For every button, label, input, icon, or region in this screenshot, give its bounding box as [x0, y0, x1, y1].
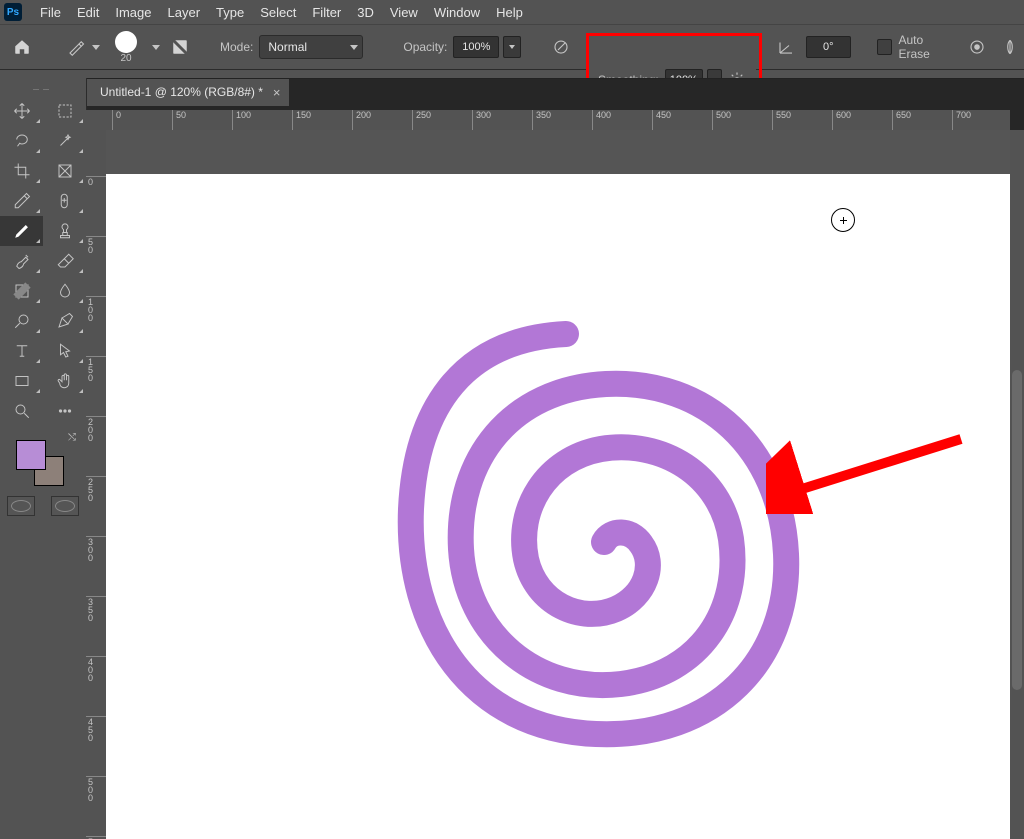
- spiral-stroke: [286, 274, 806, 794]
- frame-tool[interactable]: [43, 156, 86, 186]
- annotation-arrow-icon: [766, 424, 966, 514]
- foreground-color-swatch[interactable]: [16, 440, 46, 470]
- menu-help[interactable]: Help: [488, 2, 531, 23]
- gradient-tool[interactable]: [0, 276, 43, 306]
- pressure-opacity-icon[interactable]: [547, 33, 575, 61]
- document-tab[interactable]: Untitled-1 @ 120% (RGB/8#) * ×: [86, 79, 289, 106]
- opacity-value[interactable]: 100%: [453, 36, 499, 58]
- magic-wand-tool[interactable]: [43, 126, 86, 156]
- path-selection-tool[interactable]: [43, 336, 86, 366]
- auto-erase-checkbox[interactable]: [877, 39, 893, 55]
- options-bar: 20 Mode: Normal Opacity: 100% Smoothing:…: [0, 25, 1024, 70]
- pressure-size-icon[interactable]: [963, 33, 991, 61]
- menu-window[interactable]: Window: [426, 2, 488, 23]
- edit-toolbar[interactable]: [43, 396, 86, 426]
- brush-dot-icon: [115, 31, 137, 53]
- brush-cursor-icon: [831, 208, 855, 232]
- menu-layer[interactable]: Layer: [160, 2, 209, 23]
- dodge-tool[interactable]: [0, 306, 43, 336]
- screen-mode-icon[interactable]: [51, 496, 79, 516]
- angle-icon[interactable]: [772, 33, 800, 61]
- panel-grip-icon[interactable]: ┄┄: [0, 84, 86, 96]
- healing-brush-tool[interactable]: [43, 186, 86, 216]
- brush-panel-toggle-icon[interactable]: [166, 33, 194, 61]
- brush-preset-picker[interactable]: 20: [106, 29, 146, 65]
- pencil-tool[interactable]: [0, 216, 43, 246]
- move-tool[interactable]: [0, 96, 43, 126]
- vertical-ruler[interactable]: 050100150200250300350400450500550: [86, 130, 107, 839]
- symmetry-icon[interactable]: [996, 33, 1024, 61]
- chevron-down-icon: [350, 45, 358, 50]
- eyedropper-tool[interactable]: [0, 186, 43, 216]
- menu-bar: Ps File Edit Image Layer Type Select Fil…: [0, 0, 1024, 25]
- lasso-tool[interactable]: [0, 126, 43, 156]
- home-icon[interactable]: [8, 33, 36, 61]
- menu-type[interactable]: Type: [208, 2, 252, 23]
- blend-mode-select[interactable]: Normal: [259, 35, 363, 59]
- type-tool[interactable]: [0, 336, 43, 366]
- opacity-dropdown[interactable]: [503, 36, 521, 58]
- document-tab-bar: Untitled-1 @ 120% (RGB/8#) * ×: [86, 78, 1024, 111]
- color-swatches[interactable]: ⤭: [0, 432, 86, 492]
- canvas-pasteboard: [106, 130, 1010, 174]
- close-icon[interactable]: ×: [273, 85, 281, 100]
- opacity-label: Opacity:: [403, 40, 447, 54]
- document-viewport: 0501001502002503003504004505005506006507…: [86, 110, 1024, 839]
- menu-select[interactable]: Select: [252, 2, 304, 23]
- app-logo-icon: Ps: [4, 3, 22, 21]
- menu-edit[interactable]: Edit: [69, 2, 107, 23]
- document-canvas[interactable]: [106, 174, 1010, 839]
- menu-file[interactable]: File: [32, 2, 69, 23]
- crop-tool[interactable]: [0, 156, 43, 186]
- menu-view[interactable]: View: [382, 2, 426, 23]
- menu-image[interactable]: Image: [107, 2, 159, 23]
- vertical-scrollbar[interactable]: [1010, 130, 1024, 839]
- auto-erase-label: Auto Erase: [898, 33, 956, 61]
- brush-size-value: 20: [120, 53, 131, 64]
- menu-filter[interactable]: Filter: [304, 2, 349, 23]
- tools-panel: ┄┄ ⤭: [0, 78, 87, 839]
- eraser-tool[interactable]: [43, 246, 86, 276]
- swap-colors-icon[interactable]: ⤭: [68, 432, 76, 443]
- rectangle-tool[interactable]: [0, 366, 43, 396]
- horizontal-ruler[interactable]: 0501001502002503003504004505005506006507…: [106, 110, 1010, 131]
- mode-label: Mode:: [220, 40, 253, 54]
- clone-stamp-tool[interactable]: [43, 216, 86, 246]
- brush-angle-value[interactable]: 0°: [806, 36, 851, 58]
- blend-mode-value: Normal: [268, 40, 307, 54]
- blur-tool[interactable]: [43, 276, 86, 306]
- quick-mask-icon[interactable]: [7, 496, 35, 516]
- hand-tool[interactable]: [43, 366, 86, 396]
- ruler-origin[interactable]: [86, 110, 107, 131]
- tool-preset-picker[interactable]: [62, 33, 90, 61]
- chevron-down-icon[interactable]: [92, 45, 100, 50]
- scrollbar-thumb[interactable]: [1012, 370, 1022, 690]
- pen-tool[interactable]: [43, 306, 86, 336]
- menu-3d[interactable]: 3D: [349, 2, 382, 23]
- document-tab-title: Untitled-1 @ 120% (RGB/8#) *: [100, 85, 263, 99]
- history-brush-tool[interactable]: [0, 246, 43, 276]
- marquee-tool[interactable]: [43, 96, 86, 126]
- chevron-down-icon[interactable]: [152, 45, 160, 50]
- zoom-tool[interactable]: [0, 396, 43, 426]
